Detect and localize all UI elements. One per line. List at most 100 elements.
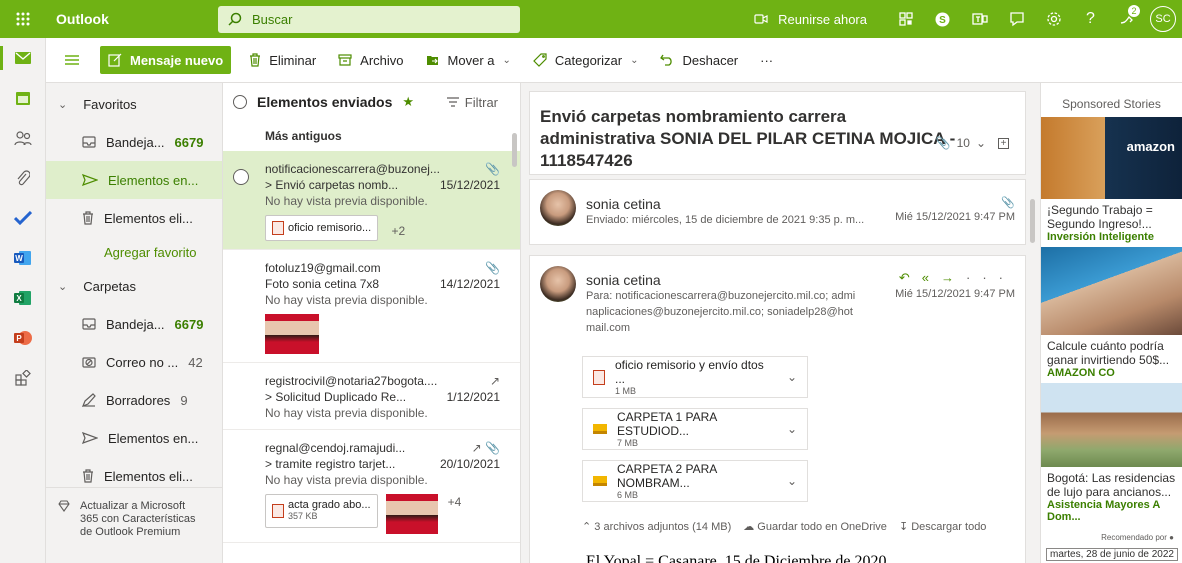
settings-gear-icon[interactable] (1035, 0, 1072, 38)
qr-code-icon[interactable] (887, 0, 924, 38)
select-all-checkbox[interactable] (233, 95, 247, 109)
undo-button[interactable]: Deshacer (660, 53, 738, 68)
chevron-down-icon[interactable]: ⌄ (787, 422, 797, 436)
todo-app-icon[interactable] (0, 198, 46, 238)
message-subject: > tramite registro tarjet... (265, 457, 396, 471)
folder-drafts[interactable]: Borradores 9 (46, 381, 222, 419)
zip-folder-icon (593, 476, 607, 486)
delete-button[interactable]: Eliminar (249, 53, 316, 68)
user-avatar[interactable]: SC (1150, 6, 1176, 32)
ad-image[interactable] (1041, 383, 1182, 467)
list-item[interactable]: regnal@cendoj.ramajudi... ↗ 📎 > tramite r… (223, 430, 520, 543)
app-name[interactable]: Outlook (46, 11, 218, 27)
message-date: Mié 15/12/2021 9:47 PM (895, 288, 1015, 300)
list-item[interactable]: notificacionescarrera@buzonej... 📎 > Envi… (223, 151, 520, 250)
send-icon (82, 432, 98, 444)
teams-icon[interactable] (961, 0, 998, 38)
forward-icon[interactable]: → (941, 270, 966, 285)
attachments-app-icon[interactable] (0, 158, 46, 198)
chevron-down-icon[interactable]: ⌄ (787, 370, 797, 384)
attachment-chip[interactable]: oficio remisorio... (265, 215, 379, 241)
favorites-header[interactable]: ⌄ Favoritos (46, 85, 222, 123)
meet-now-button[interactable]: Reunirse ahora (754, 12, 867, 27)
reply-all-icon[interactable]: « (922, 270, 941, 285)
filter-button[interactable]: Filtrar (446, 95, 498, 110)
attachment-icon: 📎 (485, 261, 500, 275)
favorite-star-icon[interactable]: ★ (402, 94, 414, 110)
ad-text[interactable]: Calcule cuánto podría ganar invirtiendo … (1041, 335, 1182, 367)
upgrade-banner[interactable]: Actualizar a Microsoft 365 con Caracterí… (46, 487, 222, 563)
chevron-down-icon[interactable]: ⌄ (976, 136, 986, 150)
delete-label: Eliminar (269, 52, 317, 68)
collapse-attachments-button[interactable]: ⌃ 3 archivos adjuntos (14 MB) (582, 520, 731, 533)
attachment-chip[interactable]: acta grado abo... 357 KB (265, 494, 378, 528)
undo-label: Deshacer (682, 52, 739, 68)
photo-thumbnail[interactable] (265, 314, 319, 354)
help-icon[interactable]: ? (1072, 0, 1109, 38)
attachment-card[interactable]: oficio remisorio y envío dtos ... 1 MB ⌄ (582, 356, 808, 398)
mail-app-icon[interactable] (0, 38, 46, 78)
attachment-card[interactable]: CARPETA 2 PARA NOMBRAM... 6 MB ⌄ (582, 460, 808, 502)
ad-text[interactable]: Bogotá: Las residencias de lujo para anc… (1041, 467, 1182, 499)
trash-icon (83, 211, 93, 225)
download-icon: ↧ (898, 521, 909, 533)
folder-junk[interactable]: Correo no ... 42 (46, 343, 222, 381)
folders-header[interactable]: ⌄ Carpetas (46, 267, 222, 305)
list-item[interactable]: fotoluz19@gmail.com 📎 Foto sonia cetina 7… (223, 250, 520, 363)
ad-image[interactable]: amazon (1041, 117, 1182, 199)
app-rail: W X P (0, 38, 46, 563)
folder-label: Borradores (106, 392, 171, 408)
ad-source[interactable]: Inversión Inteligente (1041, 231, 1182, 247)
more-apps-icon[interactable] (0, 358, 46, 398)
ad-source[interactable]: AMAZON CO (1041, 367, 1182, 383)
folder-sent[interactable]: Elementos en... (46, 419, 222, 457)
photo-thumbnail[interactable] (385, 494, 438, 534)
folder-pane: ⌄ Favoritos Bandeja... 6679 Elementos en… (46, 83, 222, 563)
more-actions-icon[interactable]: ··· (966, 270, 1015, 285)
attachment-name: acta grado abo... (288, 499, 371, 511)
expand-icon[interactable]: + (998, 137, 1009, 149)
list-item[interactable]: registrocivil@notaria27bogota.... ↗ > Sol… (223, 363, 520, 430)
archive-button[interactable]: Archivo (338, 53, 404, 68)
whats-new-icon[interactable] (998, 0, 1035, 38)
feedback-icon[interactable]: 2 (1109, 0, 1146, 38)
new-message-button[interactable]: Mensaje nuevo (100, 46, 232, 74)
reading-pane: Envió carpetas nombramiento carrera admi… (521, 83, 1040, 563)
folder-sent-favorite[interactable]: Elementos en... (46, 161, 222, 199)
folder-deleted-favorite[interactable]: Elementos eli... (46, 199, 222, 237)
excel-app-icon[interactable]: X (0, 278, 46, 318)
attachment-icon: 📎 (485, 162, 500, 176)
move-to-button[interactable]: Mover a ⌄ (426, 53, 511, 68)
add-favorite-link[interactable]: Agregar favorito (46, 237, 222, 267)
folders-label: Carpetas (83, 278, 136, 294)
folder-inbox[interactable]: Bandeja... 6679 (46, 305, 222, 343)
reply-icon[interactable]: ↶ (899, 270, 922, 285)
chevron-down-icon: ⌄ (58, 280, 68, 293)
calendar-app-icon[interactable] (0, 78, 46, 118)
search-box[interactable]: Buscar (218, 5, 520, 33)
people-app-icon[interactable] (0, 118, 46, 158)
attachment-card[interactable]: CARPETA 1 PARA ESTUDIOD... 7 MB ⌄ (582, 408, 808, 450)
save-onedrive-button[interactable]: ☁ Guardar todo en OneDrive (743, 520, 887, 533)
word-app-icon[interactable]: W (0, 238, 46, 278)
folder-label: Bandeja... (106, 316, 165, 332)
reading-scrollbar[interactable] (1030, 199, 1035, 243)
attachment-count[interactable]: 10 (957, 136, 970, 150)
ad-image[interactable] (1041, 247, 1182, 335)
message-date: 1/12/2021 (446, 390, 500, 404)
hamburger-menu-icon[interactable] (52, 54, 92, 66)
search-icon (228, 12, 242, 26)
collapsed-message[interactable]: sonia cetina Enviado: miércoles, 15 de d… (529, 179, 1026, 245)
app-launcher-icon[interactable] (0, 0, 46, 38)
skype-icon[interactable]: S (924, 0, 961, 38)
list-scrollbar[interactable] (512, 133, 517, 167)
select-radio[interactable] (233, 169, 249, 185)
categorize-button[interactable]: Categorizar ⌄ (533, 53, 638, 68)
more-commands-button[interactable]: ··· (760, 53, 773, 68)
folder-inbox-favorite[interactable]: Bandeja... 6679 (46, 123, 222, 161)
download-all-button[interactable]: ↧ Descargar todo (899, 520, 987, 533)
chevron-down-icon[interactable]: ⌄ (787, 474, 797, 488)
ad-text[interactable]: ¡Segundo Trabajo = Segundo Ingreso!... (1041, 199, 1182, 231)
ad-source[interactable]: Asistencia Mayores A Dom... (1041, 499, 1182, 527)
powerpoint-app-icon[interactable]: P (0, 318, 46, 358)
